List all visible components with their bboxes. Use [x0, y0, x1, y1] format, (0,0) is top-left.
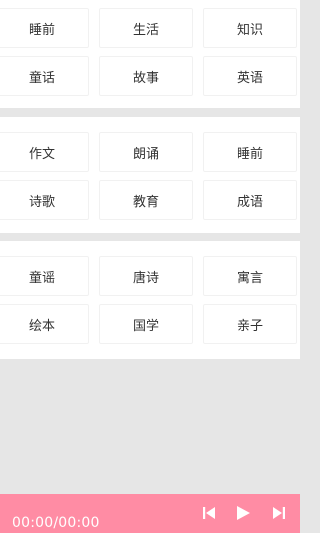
- category-button[interactable]: 教育: [99, 180, 193, 220]
- category-button[interactable]: 英语: [203, 56, 297, 96]
- skip-next-button[interactable]: [270, 504, 288, 522]
- skip-next-icon: [273, 507, 285, 519]
- category-button[interactable]: 知识: [203, 8, 297, 48]
- play-button[interactable]: [234, 504, 252, 522]
- category-button[interactable]: 睡前: [0, 8, 89, 48]
- play-icon: [237, 506, 250, 520]
- category-button[interactable]: 国学: [99, 304, 193, 344]
- skip-previous-button[interactable]: [200, 504, 218, 522]
- category-grid: 作文 朗诵 睡前 诗歌 教育 成语: [0, 132, 297, 220]
- category-section-2: 作文 朗诵 睡前 诗歌 教育 成语: [0, 117, 300, 233]
- category-button[interactable]: 童谣: [0, 256, 89, 296]
- category-grid: 童谣 唐诗 寓言 绘本 国学 亲子: [0, 256, 297, 344]
- audio-player-bar: 00:00/00:00: [0, 494, 300, 533]
- category-button[interactable]: 绘本: [0, 304, 89, 344]
- playback-time: 00:00/00:00: [12, 515, 100, 531]
- category-button[interactable]: 朗诵: [99, 132, 193, 172]
- category-button[interactable]: 亲子: [203, 304, 297, 344]
- category-section-3: 童谣 唐诗 寓言 绘本 国学 亲子: [0, 241, 300, 359]
- category-button[interactable]: 故事: [99, 56, 193, 96]
- skip-previous-icon: [203, 507, 215, 519]
- category-button[interactable]: 童话: [0, 56, 89, 96]
- category-button[interactable]: 唐诗: [99, 256, 193, 296]
- category-button[interactable]: 睡前: [203, 132, 297, 172]
- category-button[interactable]: 作文: [0, 132, 89, 172]
- category-button[interactable]: 生活: [99, 8, 193, 48]
- app-root: 睡前 生活 知识 童话 故事 英语 作文 朗诵 睡前 诗歌 教育 成语 童谣 唐…: [0, 0, 300, 533]
- category-grid: 睡前 生活 知识 童话 故事 英语: [0, 8, 297, 96]
- category-section-1: 睡前 生活 知识 童话 故事 英语: [0, 0, 300, 108]
- category-button[interactable]: 成语: [203, 180, 297, 220]
- category-button[interactable]: 寓言: [203, 256, 297, 296]
- category-button[interactable]: 诗歌: [0, 180, 89, 220]
